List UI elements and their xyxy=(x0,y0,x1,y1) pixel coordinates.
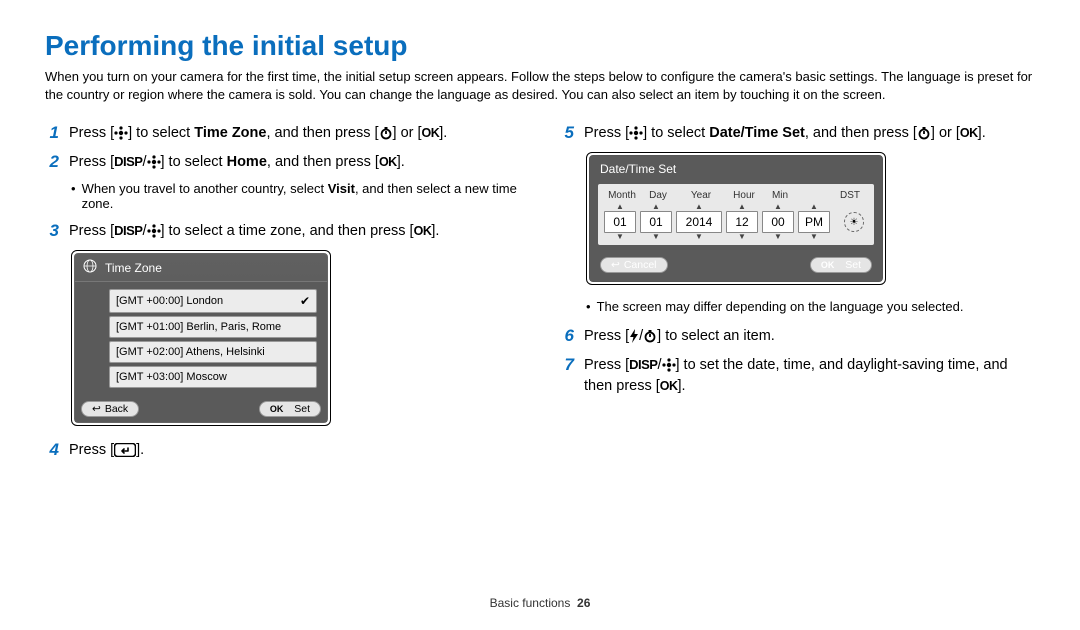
timer-icon xyxy=(379,126,393,140)
page-title: Performing the initial setup xyxy=(45,30,1035,62)
month-spinner[interactable]: ▲01▼ xyxy=(604,203,636,241)
flower-icon xyxy=(147,224,161,238)
ok-icon: OK xyxy=(960,126,978,140)
day-spinner[interactable]: ▲01▼ xyxy=(640,203,672,241)
hour-spinner[interactable]: ▲12▼ xyxy=(726,203,758,241)
step-5: 5 Press [] to select Date/Time Set, and … xyxy=(560,123,1035,144)
set-button[interactable]: OK Set xyxy=(810,257,872,273)
dst-icon[interactable]: ☀ xyxy=(844,212,864,232)
ok-icon: OK xyxy=(422,126,440,140)
datetime-screen: Date/Time Set Month Day Year Hour Min DS… xyxy=(586,152,886,285)
flash-icon xyxy=(629,329,639,343)
flower-icon xyxy=(662,358,676,372)
cancel-button[interactable]: ↩Cancel xyxy=(600,257,668,273)
globe-icon xyxy=(83,259,97,276)
step-5-note: • The screen may differ depending on the… xyxy=(586,299,1035,316)
timer-icon xyxy=(643,329,657,343)
tz-item-athens[interactable]: [GMT +02:00] Athens, Helsinki xyxy=(109,341,317,363)
tz-item-london[interactable]: [GMT +00:00] London xyxy=(109,289,317,313)
page-footer: Basic functions 26 xyxy=(0,596,1080,610)
step-3: 3 Press [DISP/] to select a time zone, a… xyxy=(45,221,520,242)
step-4: 4 Press []. xyxy=(45,440,520,461)
year-spinner[interactable]: ▲2014▼ xyxy=(676,203,722,241)
step-2: 2 Press [DISP/] to select Home, and then… xyxy=(45,152,520,173)
intro-text: When you turn on your camera for the fir… xyxy=(45,68,1035,103)
disp-icon: DISP xyxy=(114,154,142,169)
step-1: 1 Press [] to select Time Zone, and then… xyxy=(45,123,520,144)
return-icon xyxy=(114,443,136,457)
set-button[interactable]: OK Set xyxy=(259,401,321,417)
flower-icon xyxy=(147,155,161,169)
ok-icon: OK xyxy=(660,379,678,393)
ok-icon: OK xyxy=(379,155,397,169)
disp-icon: DISP xyxy=(629,357,657,372)
back-button[interactable]: ↩Back xyxy=(81,401,139,417)
timezone-screen: Time Zone [GMT +00:00] London [GMT +01:0… xyxy=(71,250,331,426)
tz-item-moscow[interactable]: [GMT +03:00] Moscow xyxy=(109,366,317,388)
timer-icon xyxy=(917,126,931,140)
left-column: 1 Press [] to select Time Zone, and then… xyxy=(45,123,520,469)
disp-icon: DISP xyxy=(114,223,142,238)
min-spinner[interactable]: ▲00▼ xyxy=(762,203,794,241)
step-2-note: • When you travel to another country, se… xyxy=(71,181,520,211)
step-7: 7 Press [DISP/] to set the date, time, a… xyxy=(560,355,1035,397)
right-column: 5 Press [] to select Date/Time Set, and … xyxy=(560,123,1035,469)
flower-icon xyxy=(114,126,128,140)
back-arrow-icon: ↩ xyxy=(92,403,101,415)
ok-icon: OK xyxy=(414,224,432,238)
tz-item-berlin[interactable]: [GMT +01:00] Berlin, Paris, Rome xyxy=(109,316,317,338)
back-arrow-icon: ↩ xyxy=(611,259,620,271)
flower-icon xyxy=(629,126,643,140)
ampm-spinner[interactable]: ▲PM▼ xyxy=(798,203,830,241)
step-6: 6 Press [/] to select an item. xyxy=(560,326,1035,347)
